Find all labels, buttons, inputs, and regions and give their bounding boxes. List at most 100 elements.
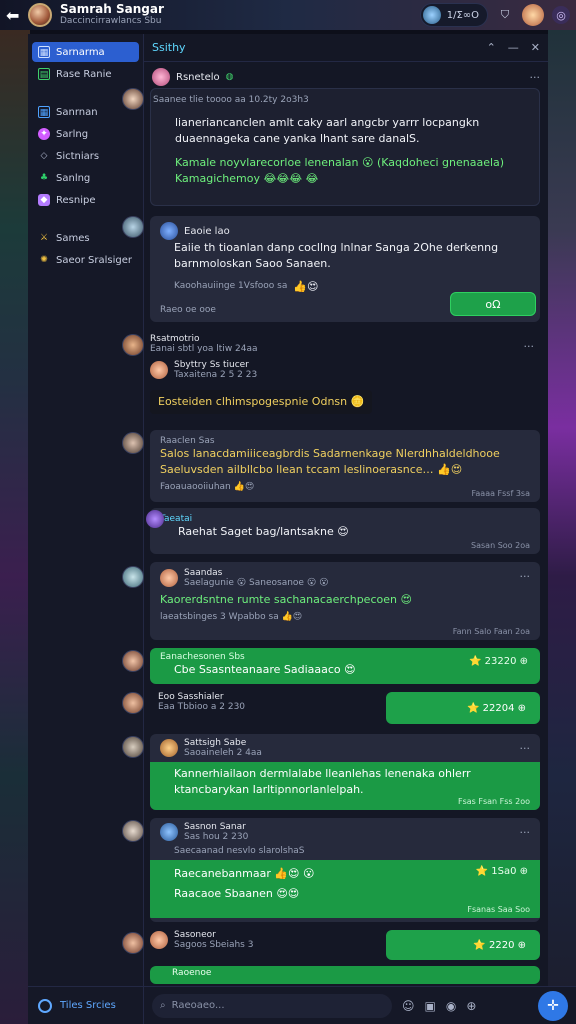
message-input[interactable]: ⌕ Raeoaeo... <box>152 993 392 1018</box>
action-label[interactable]: ⭐ 23220 ⊕ <box>469 656 528 667</box>
sidebar: ▦ Sarnarma ▤ Rase Ranie ▦ Sanrnan ✦ Sarl… <box>28 34 144 1024</box>
reaction-meta: Kaoohauiinge 1Vsfooo sa <box>174 281 288 292</box>
avatar[interactable] <box>146 510 164 528</box>
message-text: Kannerhiailaon dermlalabe lleanlehas len… <box>174 767 471 796</box>
message-highlight: Kaorerdsntne rumte sachanacaerchpecoen 😍 <box>160 593 412 606</box>
avatar[interactable] <box>122 216 144 238</box>
sender-name: Rsatmotrio <box>150 334 200 344</box>
avatar[interactable] <box>122 932 144 954</box>
sticker-icon[interactable]: ◉ <box>446 999 456 1013</box>
verified-icon: ◍ <box>225 72 234 82</box>
collapse-icon[interactable]: ⌃ <box>487 41 496 54</box>
more-options-icon[interactable]: ··· <box>520 826 531 839</box>
star-icon: ✦ <box>38 128 50 140</box>
sender-name: Sasoneor <box>174 930 216 940</box>
sidebar-item-resnipe[interactable]: ◆ Resnipe <box>32 190 139 210</box>
action-label[interactable]: ⭐ 1Sa0 ⊕ <box>476 866 528 877</box>
sidebar-footer[interactable]: Tiles Srcies <box>28 986 144 1024</box>
message-meta: Eanai sbtl yoa ltiw 24aa <box>150 344 258 354</box>
sidebar-item-label: Sarnarma <box>56 46 105 58</box>
message-text: Salos lanacdamiiiceagbrdis Sadarnenkage … <box>160 447 500 476</box>
avatar[interactable] <box>122 566 144 588</box>
reaction-row: Kaoohauiinge 1Vsfooo sa 👍😍 <box>160 280 530 293</box>
minimize-icon[interactable]: — <box>508 41 519 54</box>
leaf-icon: ♣ <box>39 173 49 183</box>
avatar[interactable] <box>160 823 178 841</box>
diamond-icon: ◇ <box>40 151 48 161</box>
message-text: Eaiie th tioanlan danp cocllng lnlnar Sa… <box>174 241 499 270</box>
message-header: Saandas Saelagunie 😮 Saneosanoe 😮 😮 <box>160 568 530 588</box>
avatar[interactable] <box>160 569 178 587</box>
more-options-icon[interactable]: ··· <box>524 340 535 353</box>
message-line-1: Raecanebanmaar 👍😍 😮 <box>174 867 315 880</box>
back-arrow-icon[interactable]: ⬅ <box>6 6 28 25</box>
message-card[interactable]: Sattsigh Sabe Saoaineleh 2 4aa ··· Kanne… <box>150 734 540 810</box>
sidebar-item-sictniars[interactable]: ◇ Sictniars <box>32 146 139 166</box>
message-card[interactable]: Eanachesonen Sbs Cbe Ssasnteanaare Sadia… <box>150 648 540 684</box>
user-status-pill[interactable]: 1/Σ∞Ο <box>419 3 488 27</box>
attach-icon[interactable]: ⊕ <box>466 999 476 1013</box>
sidebar-item-label: Saeor Sralsiger <box>56 254 133 266</box>
bookmark-icon[interactable]: ⛉ <box>496 6 514 24</box>
message-card[interactable]: Eaoie lao Eaiie th tioanlan danp cocllng… <box>150 216 540 322</box>
action-button[interactable]: oΩ <box>450 292 536 316</box>
sender-name: Eaoie lao <box>184 225 230 237</box>
sidebar-item-sanlng[interactable]: ♣ Sanlng <box>32 168 139 188</box>
avatar[interactable] <box>122 88 144 110</box>
message-meta: Saoaineleh 2 4aa <box>184 748 262 758</box>
sidebar-item-label: Sames <box>56 232 90 244</box>
send-button[interactable]: ✛ <box>538 990 568 1021</box>
message-bubble[interactable]: Eosteiden clhimspogespnie Odnsn 🪙 <box>150 390 373 414</box>
action-button[interactable]: ⭐ 22204 ⊕ <box>386 692 540 724</box>
close-icon[interactable]: ✕ <box>531 41 540 54</box>
avatar[interactable] <box>122 334 144 356</box>
header-user: Rsnetelo <box>176 71 220 83</box>
message-card[interactable]: Raoenoe <box>150 966 540 984</box>
more-options-icon[interactable]: ··· <box>520 570 531 583</box>
more-options-icon[interactable]: ··· <box>530 71 541 84</box>
avatar[interactable] <box>160 739 178 757</box>
message-card[interactable]: Sasnon Sanar Sas hou 2 230 ··· Saecaanad… <box>150 818 540 922</box>
avatar[interactable] <box>122 432 144 454</box>
sidebar-item-rase-ranie[interactable]: ▤ Rase Ranie <box>32 64 139 84</box>
message-card[interactable]: Raaclen Sas Salos lanacdamiiiceagbrdis S… <box>150 430 540 502</box>
loading-ring-icon <box>38 998 52 1013</box>
message-group[interactable]: Sasoneor Sagoos Sbeiahs 3 ⭐ 2220 ⊕ <box>150 930 540 962</box>
search-icon: ⌕ <box>160 1000 166 1011</box>
image-icon[interactable]: ▣ <box>425 999 436 1013</box>
message-card[interactable]: Saandas Saelagunie 😮 Saneosanoe 😮 😮 ··· … <box>150 562 540 640</box>
profile-icon[interactable] <box>522 4 544 26</box>
message-header: Sattsigh Sabe Saoaineleh 2 4aa <box>150 734 540 762</box>
more-options-icon[interactable]: ··· <box>520 742 531 755</box>
avatar[interactable] <box>122 820 144 842</box>
avatar[interactable] <box>122 736 144 758</box>
input-placeholder: Raeoaeo... <box>171 1000 225 1011</box>
avatar[interactable] <box>122 692 144 714</box>
sidebar-item-label: Sanlng <box>56 172 91 184</box>
sender-name: Raoenoe <box>172 968 212 978</box>
message-card[interactable]: Saanee tlie toooo aa 10.2ty 2o3h3 lianer… <box>150 88 540 206</box>
sidebar-item-saeor-sralsiger[interactable]: ✺ Saeor Sralsiger <box>32 250 139 270</box>
message-group[interactable]: Eoo Sasshialer Eaa Tbbioo a 2 230 ⭐ 2220… <box>150 692 540 726</box>
grid-icon: ▤ <box>38 68 50 80</box>
thumbs-up-icon[interactable]: 👍😍 <box>293 280 318 293</box>
message-meta: Sas hou 2 230 <box>184 832 249 842</box>
action-label: ⭐ 22204 ⊕ <box>467 702 526 714</box>
sidebar-item-sarnarma[interactable]: ▦ Sarnarma <box>32 42 139 62</box>
message-group[interactable]: Rsatmotrio Eanai sbtl yoa ltiw 24aa ··· … <box>150 334 540 422</box>
message-card[interactable]: Taeatai Raehat Saget bag/lantsakne 😍 Sas… <box>146 508 540 554</box>
emoji-icon[interactable]: ☺ <box>402 999 415 1013</box>
sender-name: Raaclen Sas <box>160 436 215 446</box>
avatar[interactable] <box>150 931 168 949</box>
action-button[interactable]: ⭐ 2220 ⊕ <box>386 930 540 960</box>
avatar[interactable] <box>122 650 144 672</box>
avatar[interactable] <box>160 222 178 240</box>
message-body: Kannerhiailaon dermlalabe lleanlehas len… <box>150 762 540 810</box>
chart-icon: ▦ <box>38 46 50 58</box>
settings-icon[interactable]: ◎ <box>552 6 570 24</box>
avatar[interactable] <box>152 68 170 86</box>
message-body: Raecanebanmaar 👍😍 😮 Raacaoe Sbaanen 😍😍 ⭐… <box>150 860 540 918</box>
avatar[interactable] <box>150 361 168 379</box>
avatar[interactable] <box>28 3 52 27</box>
sidebar-item-sarlng[interactable]: ✦ Sarlng <box>32 124 139 144</box>
